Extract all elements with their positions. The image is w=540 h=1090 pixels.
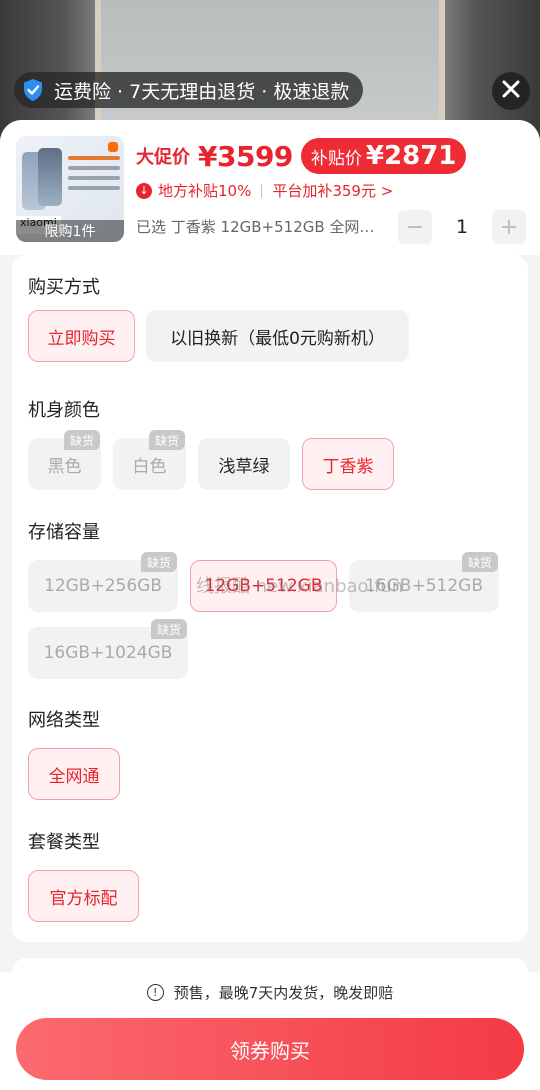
footer: ! 预售，最晚7天内发货，晚发即赔 领券购买 xyxy=(0,972,540,1090)
product-thumbnail[interactable]: xiaomi 限购1件 xyxy=(16,136,124,242)
option-color-purple[interactable]: 丁香紫 xyxy=(302,438,394,490)
option-network-all[interactable]: 全网通 xyxy=(28,748,120,800)
brand-logo-icon xyxy=(108,142,118,152)
option-trade-in[interactable]: 以旧换新（最低0元购新机） xyxy=(146,310,409,362)
color-title: 机身颜色 xyxy=(28,400,100,421)
product-header: xiaomi 限购1件 大促价 ¥3599 补贴价 ¥2871 ↓ 地方补贴10… xyxy=(0,120,540,255)
quantity-value: 1 xyxy=(455,216,469,238)
purchase-method-title: 购买方式 xyxy=(28,277,100,298)
promo-label: 大促价 xyxy=(136,147,190,168)
presale-notice: ! 预售，最晚7天内发货，晚发即赔 xyxy=(0,982,540,1003)
notice-text: 预售，最晚7天内发货，晚发即赔 xyxy=(173,984,394,1002)
insurance-bar: 运费险 · 7天无理由退货 · 极速退款 xyxy=(14,72,364,108)
close-button[interactable] xyxy=(492,72,530,110)
option-label: 黑色 xyxy=(47,456,82,477)
subsidy-price: ¥2871 xyxy=(365,141,457,171)
subsidy-price-badge: 补贴价 ¥2871 xyxy=(300,138,467,174)
option-package-standard[interactable]: 官方标配 xyxy=(28,870,139,922)
increase-button[interactable]: + xyxy=(492,210,526,244)
option-buy-now[interactable]: 立即购买 xyxy=(28,310,135,362)
decrease-button[interactable]: − xyxy=(398,210,432,244)
local-subsidy: 地方补贴10% xyxy=(158,182,252,200)
storage-title: 存储容量 xyxy=(28,522,100,543)
background-phone xyxy=(95,0,445,140)
coupon-buy-button[interactable]: 领券购买 xyxy=(16,1018,524,1080)
option-label: 白色 xyxy=(132,456,167,477)
out-of-stock-badge: 缺货 xyxy=(148,430,185,450)
network-title: 网络类型 xyxy=(28,710,100,731)
close-icon xyxy=(502,80,520,102)
option-storage-16-512[interactable]: 16GB+512GB 缺货 xyxy=(349,552,499,612)
out-of-stock-badge: 缺货 xyxy=(150,619,187,639)
background-image xyxy=(0,0,540,140)
out-of-stock-badge: 缺货 xyxy=(140,552,177,572)
price-row: 大促价 ¥3599 补贴价 ¥2871 xyxy=(136,138,467,174)
promo-price: ¥3599 xyxy=(198,139,293,173)
subsidy-label: 补贴价 xyxy=(310,148,362,169)
option-label: 16GB+512GB xyxy=(365,576,483,596)
promo-text-lines xyxy=(68,156,120,196)
quantity-stepper: − 1 + xyxy=(398,210,526,244)
option-color-black[interactable]: 黑色 缺货 xyxy=(28,430,101,490)
option-color-white[interactable]: 白色 缺货 xyxy=(113,430,186,490)
option-label: 12GB+256GB xyxy=(44,576,162,596)
insurance-text: 运费险 · 7天无理由退货 · 极速退款 xyxy=(54,80,350,103)
divider xyxy=(261,183,263,198)
phone-render-front xyxy=(38,148,62,206)
selected-summary: 已选 丁香紫 12GB+512GB 全网… xyxy=(136,218,375,236)
option-storage-12-256[interactable]: 12GB+256GB 缺货 xyxy=(28,552,178,612)
package-title: 套餐类型 xyxy=(28,832,100,853)
option-label: 16GB+1024GB xyxy=(43,643,173,663)
options-card: 购买方式 立即购买 以旧换新（最低0元购新机） 机身颜色 黑色 缺货 白色 缺货… xyxy=(12,255,528,942)
shield-check-icon xyxy=(22,78,44,102)
subsidy-info-row[interactable]: ↓ 地方补贴10% 平台加补359元 > xyxy=(136,180,393,201)
out-of-stock-badge: 缺货 xyxy=(63,430,100,450)
option-storage-12-512[interactable]: 12GB+512GB xyxy=(190,560,337,612)
option-storage-16-1024[interactable]: 16GB+1024GB 缺货 xyxy=(28,619,188,679)
sku-sheet: xiaomi 限购1件 大促价 ¥3599 补贴价 ¥2871 ↓ 地方补贴10… xyxy=(0,120,540,1090)
out-of-stock-badge: 缺货 xyxy=(461,552,498,572)
platform-subsidy: 平台加补359元 > xyxy=(272,182,394,200)
down-arrow-icon: ↓ xyxy=(136,182,152,199)
limit-badge: 限购1件 xyxy=(16,220,124,242)
option-color-green[interactable]: 浅草绿 xyxy=(198,438,290,490)
info-icon: ! xyxy=(146,984,164,1001)
